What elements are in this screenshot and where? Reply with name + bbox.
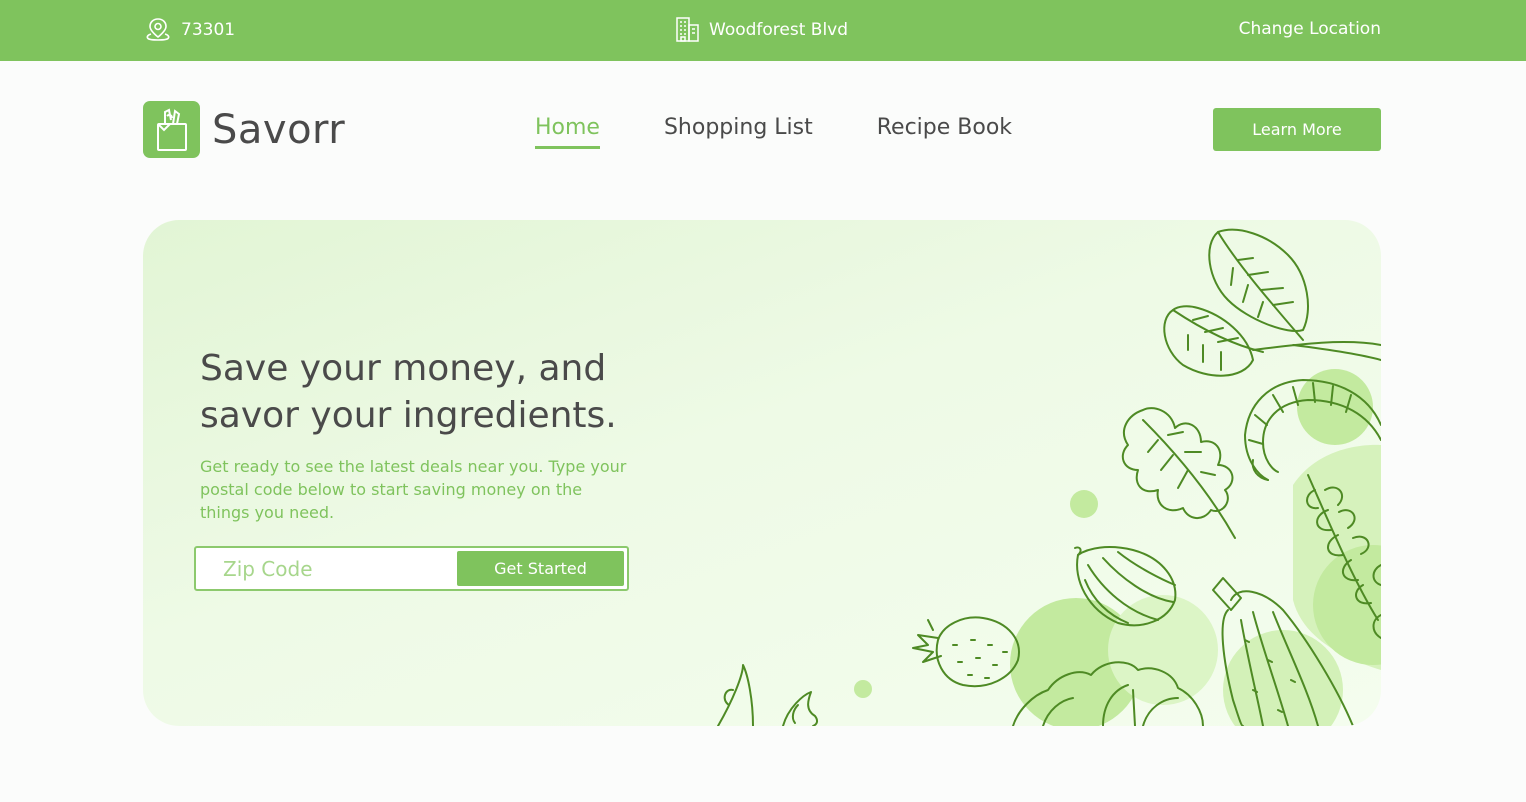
brand-logo[interactable]: Savorr — [143, 101, 345, 158]
nav-recipe-book[interactable]: Recipe Book — [877, 115, 1012, 149]
building-icon — [676, 17, 699, 42]
learn-more-button[interactable]: Learn More — [1213, 108, 1381, 151]
nav-shopping-list[interactable]: Shopping List — [664, 115, 813, 149]
sprout-icon — [717, 664, 819, 726]
postal-code-display: 73301 — [145, 17, 235, 43]
street-text: Woodforest Blvd — [709, 19, 849, 40]
spinach-leaf-icon — [1163, 228, 1381, 377]
get-started-button[interactable]: Get Started — [457, 551, 624, 586]
hero-description: Get ready to see the latest deals near y… — [200, 457, 627, 522]
main-nav: Home Shopping List Recipe Book — [535, 115, 1012, 149]
hero-title: Save your money, and savor your ingredie… — [200, 345, 680, 439]
zip-code-input[interactable] — [196, 548, 454, 589]
postal-code-text: 73301 — [181, 20, 236, 40]
location-bar: 73301 Woodforest Blvd Change Location — [0, 0, 1526, 61]
nav-home[interactable]: Home — [535, 115, 600, 149]
hero-banner: Save your money, and savor your ingredie… — [143, 220, 1381, 726]
brand-name: Savorr — [212, 106, 346, 153]
strawberry-icon — [912, 616, 1020, 688]
oak-leaf-icon — [1121, 407, 1236, 539]
street-display: Woodforest Blvd — [676, 17, 848, 42]
grocery-bag-icon — [143, 101, 200, 158]
zip-code-form: Get Started — [194, 546, 629, 591]
hero-title-line-1: Save your money, and — [200, 348, 607, 389]
hero-title-line-2: savor your ingredients. — [200, 395, 617, 436]
change-location-link[interactable]: Change Location — [1239, 19, 1381, 39]
location-pin-icon — [145, 17, 171, 43]
